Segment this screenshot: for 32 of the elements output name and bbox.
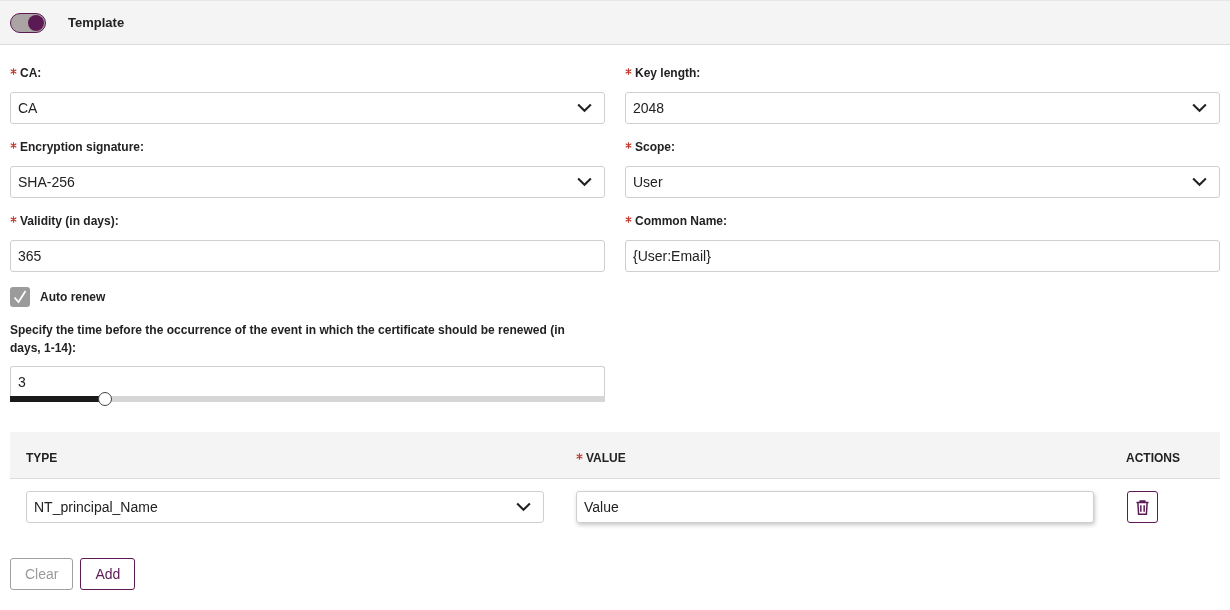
input-field[interactable]: Value — [576, 491, 1094, 523]
column-header: VALUE — [586, 450, 626, 466]
chevron-down-icon — [577, 103, 592, 113]
input-field[interactable]: {User:Email} — [625, 240, 1220, 272]
field-label: Common Name: — [635, 213, 727, 229]
checkbox-label: Auto renew — [40, 290, 106, 304]
select-field[interactable]: NT_principal_Name — [26, 491, 544, 523]
chevron-down-icon — [516, 502, 531, 512]
field-label: Encryption signature: — [20, 139, 144, 155]
input-field[interactable]: 365 — [10, 240, 605, 272]
column-header: TYPE — [26, 450, 58, 466]
add-button[interactable]: Add — [80, 558, 136, 590]
field-label: Key length: — [635, 65, 701, 81]
select-field[interactable]: 2048 — [625, 92, 1220, 124]
slider-thumb[interactable] — [98, 392, 113, 406]
trash-icon — [1136, 499, 1149, 515]
chevron-down-icon — [1192, 177, 1207, 187]
chevron-down-icon — [1192, 103, 1207, 113]
select-field[interactable]: CA — [10, 92, 605, 124]
delete-button[interactable] — [1127, 491, 1158, 523]
section-title: Template — [68, 15, 125, 30]
field-label: CA: — [20, 65, 42, 81]
field-label: Scope: — [635, 139, 675, 155]
column-header: ACTIONS — [1126, 450, 1180, 466]
toggle-switch[interactable] — [10, 12, 46, 33]
checkbox[interactable] — [10, 287, 30, 307]
field-label: Validity (in days): — [20, 213, 119, 229]
description-text: Specify the time before the occurrence of the event in which the certificate should be renewed (in days, 1-14): — [10, 322, 566, 357]
select-field[interactable]: User — [625, 166, 1220, 198]
chevron-down-icon — [577, 177, 592, 187]
select-field[interactable]: SHA-256 — [10, 166, 605, 198]
input-field[interactable]: 3 — [10, 366, 605, 396]
